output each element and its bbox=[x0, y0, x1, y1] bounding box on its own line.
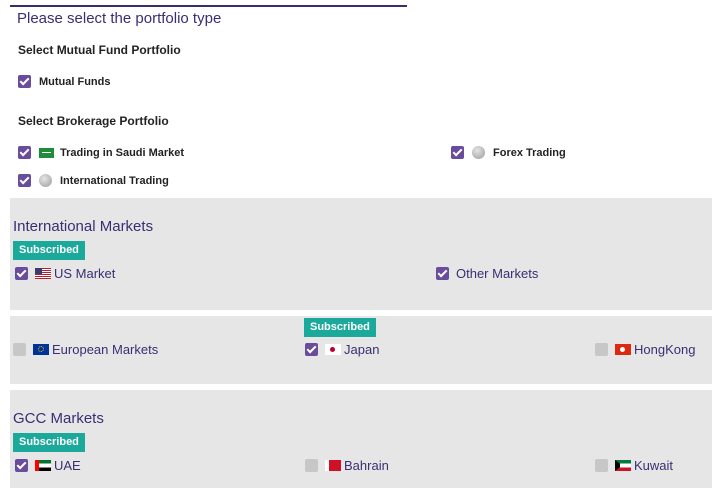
forex-trading-option[interactable]: Forex Trading bbox=[451, 146, 566, 159]
international-markets-panel: International Markets Subscribed US Mark… bbox=[10, 198, 712, 310]
uae-flag-icon bbox=[35, 460, 51, 471]
kuwait-option[interactable]: Kuwait bbox=[595, 458, 673, 473]
uae-label: UAE bbox=[54, 458, 81, 473]
us-market-label: US Market bbox=[54, 266, 116, 281]
uae-checkbox[interactable] bbox=[15, 459, 28, 472]
globe-icon bbox=[472, 146, 485, 159]
gcc-markets-title: GCC Markets bbox=[13, 410, 104, 427]
saudi-market-checkbox[interactable] bbox=[18, 146, 31, 159]
hongkong-flag-icon bbox=[615, 344, 631, 355]
us-market-subscribed-badge: Subscribed bbox=[13, 241, 85, 260]
international-trading-option[interactable]: International Trading bbox=[18, 174, 169, 187]
mutual-funds-option[interactable]: Mutual Funds bbox=[18, 75, 111, 88]
globe-icon bbox=[39, 174, 52, 187]
saudi-market-label: Trading in Saudi Market bbox=[60, 146, 185, 159]
other-markets-panel: Subscribed European Markets Japan HongKo… bbox=[10, 316, 712, 384]
european-markets-checkbox[interactable] bbox=[13, 343, 26, 356]
uae-option[interactable]: UAE bbox=[15, 458, 81, 473]
european-markets-label: European Markets bbox=[52, 342, 159, 357]
hongkong-option[interactable]: HongKong bbox=[595, 342, 695, 357]
japan-checkbox[interactable] bbox=[305, 343, 318, 356]
gcc-markets-panel: GCC Markets Subscribed UAE Bahrain Kuwai… bbox=[10, 390, 712, 488]
international-trading-label: International Trading bbox=[60, 174, 169, 187]
japan-subscribed-badge: Subscribed bbox=[304, 318, 376, 337]
hongkong-label: HongKong bbox=[634, 342, 696, 357]
other-markets-checkbox[interactable] bbox=[436, 267, 449, 280]
mutual-fund-section-title: Select Mutual Fund Portfolio bbox=[18, 43, 181, 57]
international-markets-title: International Markets bbox=[13, 218, 154, 235]
kuwait-label: Kuwait bbox=[634, 458, 674, 473]
eu-flag-icon bbox=[33, 344, 49, 355]
hongkong-checkbox[interactable] bbox=[595, 343, 608, 356]
forex-trading-checkbox[interactable] bbox=[451, 146, 464, 159]
mutual-funds-checkbox[interactable] bbox=[18, 75, 31, 88]
top-divider bbox=[10, 5, 407, 7]
us-market-option[interactable]: US Market bbox=[15, 266, 115, 281]
other-markets-option[interactable]: Other Markets bbox=[436, 266, 538, 281]
page-title: Please select the portfolio type bbox=[17, 10, 222, 27]
mutual-funds-label: Mutual Funds bbox=[39, 75, 111, 88]
japan-label: Japan bbox=[344, 342, 380, 357]
japan-option[interactable]: Japan bbox=[305, 342, 379, 357]
other-markets-label: Other Markets bbox=[456, 266, 539, 281]
bahrain-label: Bahrain bbox=[344, 458, 389, 473]
international-trading-checkbox[interactable] bbox=[18, 174, 31, 187]
kuwait-flag-icon bbox=[615, 460, 631, 471]
saudi-market-option[interactable]: Trading in Saudi Market bbox=[18, 146, 184, 159]
bahrain-checkbox[interactable] bbox=[305, 459, 318, 472]
japan-flag-icon bbox=[325, 344, 341, 355]
saudi-flag-icon bbox=[39, 147, 54, 158]
kuwait-checkbox[interactable] bbox=[595, 459, 608, 472]
us-flag-icon bbox=[35, 268, 51, 279]
european-markets-option[interactable]: European Markets bbox=[13, 342, 158, 357]
bahrain-option[interactable]: Bahrain bbox=[305, 458, 389, 473]
bahrain-flag-icon bbox=[325, 460, 341, 471]
forex-trading-label: Forex Trading bbox=[493, 146, 566, 159]
uae-subscribed-badge: Subscribed bbox=[13, 433, 85, 452]
us-market-checkbox[interactable] bbox=[15, 267, 28, 280]
brokerage-section-title: Select Brokerage Portfolio bbox=[18, 114, 169, 128]
